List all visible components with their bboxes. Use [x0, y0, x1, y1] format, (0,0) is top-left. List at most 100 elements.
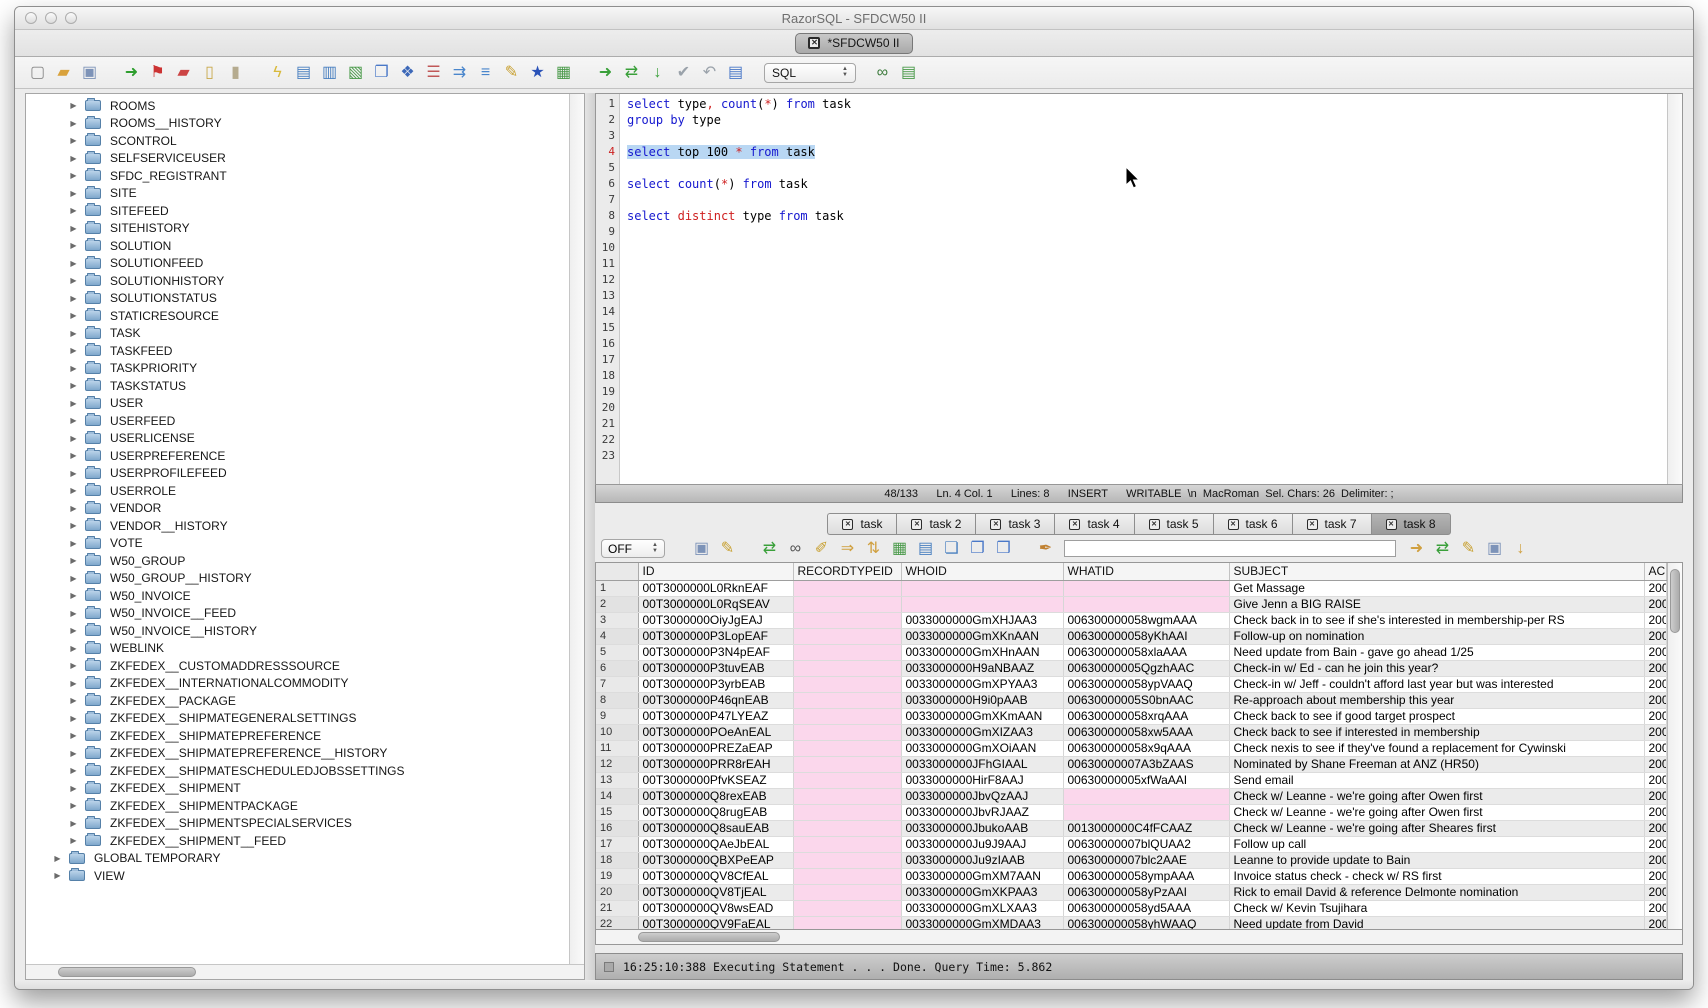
- results-list-icon[interactable]: ▤: [898, 62, 919, 84]
- grid-horizontal-scrollbar[interactable]: [595, 930, 1683, 945]
- disclosure-triangle-icon[interactable]: ▶: [68, 346, 79, 355]
- sidebar-vertical-scrollbar[interactable]: [569, 94, 584, 964]
- form-view-icon[interactable]: ▤: [915, 538, 936, 560]
- cell[interactable]: 00T3000000QV8wsEAD: [638, 900, 793, 916]
- disclosure-triangle-icon[interactable]: ▶: [68, 154, 79, 163]
- disclosure-triangle-icon[interactable]: ▶: [52, 871, 63, 880]
- cell[interactable]: 006300000058ypVAAQ: [1063, 676, 1229, 692]
- cell[interactable]: 200: [1644, 660, 1667, 676]
- tree-item-zkfedex__shipmategeneralsettings[interactable]: ▶ZKFEDEX__SHIPMATEGENERALSETTINGS: [26, 710, 569, 728]
- rollback-icon[interactable]: ↶: [699, 62, 720, 84]
- cell[interactable]: 0033000000JbvRJAAZ: [901, 804, 1063, 820]
- cell[interactable]: Follow-up on nomination: [1229, 628, 1644, 644]
- open-file-icon[interactable]: ▰: [53, 62, 74, 84]
- notes-icon[interactable]: ✎: [1458, 538, 1479, 560]
- table-row[interactable]: 2000T3000000QV8TjEAL0033000000GmXKPAA300…: [596, 884, 1667, 900]
- cell[interactable]: 006300000058wgmAAA: [1063, 612, 1229, 628]
- cell[interactable]: 00T3000000PRR8rEAH: [638, 756, 793, 772]
- table-row[interactable]: 2200T3000000QV9FaEAL0033000000GmXMDAA300…: [596, 916, 1667, 929]
- tree-item-user[interactable]: ▶USER: [26, 395, 569, 413]
- save-results-icon[interactable]: ▣: [691, 538, 712, 560]
- cell[interactable]: 00T3000000QV8TjEAL: [638, 884, 793, 900]
- cell[interactable]: Check back in to see if she's interested…: [1229, 612, 1644, 628]
- tree-item-taskpriority[interactable]: ▶TASKPRIORITY: [26, 360, 569, 378]
- editor-line[interactable]: 7: [596, 192, 1682, 208]
- save-icon[interactable]: ▣: [79, 62, 100, 84]
- cell[interactable]: [793, 868, 901, 884]
- cell[interactable]: Send email: [1229, 772, 1644, 788]
- table-row[interactable]: 200T3000000L0RqSEAVGive Jenn a BIG RAISE…: [596, 596, 1667, 612]
- cell[interactable]: 00T3000000P3yrbEAB: [638, 676, 793, 692]
- cell[interactable]: 00630000005xfWaAAI: [1063, 772, 1229, 788]
- cell[interactable]: [793, 596, 901, 612]
- editor-line[interactable]: 10: [596, 240, 1682, 256]
- cell[interactable]: [793, 692, 901, 708]
- tree-item-zkfedex__shipment[interactable]: ▶ZKFEDEX__SHIPMENT: [26, 780, 569, 798]
- table-row[interactable]: 800T3000000P46qnEAB0033000000H9i0pAAB006…: [596, 692, 1667, 708]
- cell[interactable]: 200: [1644, 836, 1667, 852]
- table-row[interactable]: 1800T3000000QBXPeEAP0033000000Ju9zIAAB00…: [596, 852, 1667, 868]
- cell[interactable]: 006300000058yd5AAA: [1063, 900, 1229, 916]
- editor-line[interactable]: 15: [596, 320, 1682, 336]
- close-tab-icon[interactable]: ✕: [1386, 519, 1397, 530]
- table-row[interactable]: 2100T3000000QV8wsEAD0033000000GmXLXAA300…: [596, 900, 1667, 916]
- connect-icon[interactable]: ➜: [121, 62, 142, 84]
- cell[interactable]: 200: [1644, 868, 1667, 884]
- grid-vertical-scrollbar[interactable]: [1667, 563, 1682, 929]
- close-tab-icon[interactable]: ✕: [842, 519, 853, 530]
- close-window-icon[interactable]: [25, 12, 37, 24]
- tree-item-zkfedex__shipmentspecialservices[interactable]: ▶ZKFEDEX__SHIPMENTSPECIALSERVICES: [26, 815, 569, 833]
- cell[interactable]: 00T3000000L0RknEAF: [638, 580, 793, 596]
- disclosure-triangle-icon[interactable]: ▶: [68, 819, 79, 828]
- cell[interactable]: [793, 580, 901, 596]
- cell[interactable]: Check w/ Leanne - we're going after Shea…: [1229, 820, 1644, 836]
- cell[interactable]: 006300000058xrqAAA: [1063, 708, 1229, 724]
- tree-item-w50_invoice__history[interactable]: ▶W50_INVOICE__HISTORY: [26, 622, 569, 640]
- cell[interactable]: Re-approach about membership this year: [1229, 692, 1644, 708]
- cell[interactable]: 006300000058yKhAAI: [1063, 628, 1229, 644]
- table-row[interactable]: 900T3000000P47LYEAZ0033000000GmXKmAAN006…: [596, 708, 1667, 724]
- cell[interactable]: Need update from David: [1229, 916, 1644, 929]
- tree-item-userrole[interactable]: ▶USERROLE: [26, 482, 569, 500]
- tree-item-w50_invoice[interactable]: ▶W50_INVOICE: [26, 587, 569, 605]
- editor-line[interactable]: 21: [596, 416, 1682, 432]
- cell[interactable]: 00T3000000QBXPeEAP: [638, 852, 793, 868]
- cell[interactable]: 200: [1644, 708, 1667, 724]
- disclosure-triangle-icon[interactable]: ▶: [68, 189, 79, 198]
- cell[interactable]: [793, 836, 901, 852]
- refresh-add-icon[interactable]: ⇄: [1432, 538, 1453, 560]
- import-data-icon[interactable]: ▧: [345, 62, 366, 84]
- disclosure-triangle-icon[interactable]: ▶: [68, 486, 79, 495]
- table-row[interactable]: 1600T3000000Q8sauEAB0033000000JbukoAAB00…: [596, 820, 1667, 836]
- cell[interactable]: [1063, 804, 1229, 820]
- edit-sql-icon[interactable]: ✎: [717, 538, 738, 560]
- download-icon[interactable]: ↓: [1510, 538, 1531, 560]
- cell[interactable]: 00630000005QgzhAAC: [1063, 660, 1229, 676]
- disclosure-triangle-icon[interactable]: ▶: [68, 294, 79, 303]
- list-icon[interactable]: ☰: [423, 62, 444, 84]
- tree-item-userlicense[interactable]: ▶USERLICENSE: [26, 430, 569, 448]
- cell[interactable]: 006300000058xw5AAA: [1063, 724, 1229, 740]
- table-row[interactable]: 1200T3000000PRR8rEAH0033000000JFhGIAAL00…: [596, 756, 1667, 772]
- cell[interactable]: 200: [1644, 772, 1667, 788]
- tree-view-icon[interactable]: ⇒: [837, 538, 858, 560]
- tree-item-sitehistory[interactable]: ▶SITEHISTORY: [26, 220, 569, 238]
- cell[interactable]: Check w/ Leanne - we're going after Owen…: [1229, 804, 1644, 820]
- disclosure-triangle-icon[interactable]: ▶: [68, 276, 79, 285]
- editor-line[interactable]: 22: [596, 432, 1682, 448]
- disclosure-triangle-icon[interactable]: ▶: [68, 521, 79, 530]
- commit-icon[interactable]: ✔: [673, 62, 694, 84]
- disclosure-triangle-icon[interactable]: ▶: [68, 539, 79, 548]
- cell[interactable]: 0033000000GmXKmAAN: [901, 708, 1063, 724]
- disclosure-triangle-icon[interactable]: ▶: [68, 609, 79, 618]
- result-tab-task-7[interactable]: ✕task 7: [1292, 513, 1371, 535]
- results-search-input[interactable]: [1064, 540, 1396, 557]
- cell[interactable]: [1063, 580, 1229, 596]
- disclosure-triangle-icon[interactable]: ▶: [68, 591, 79, 600]
- refresh-icon[interactable]: ⇄: [759, 538, 780, 560]
- statement-type-select[interactable]: SQL ▲▼: [764, 63, 856, 83]
- tree-item-userprofilefeed[interactable]: ▶USERPROFILEFEED: [26, 465, 569, 483]
- cell[interactable]: Rick to email David & reference Delmonte…: [1229, 884, 1644, 900]
- cell[interactable]: 00T3000000Q8rugEAB: [638, 804, 793, 820]
- cell[interactable]: 0033000000GmXM7AAN: [901, 868, 1063, 884]
